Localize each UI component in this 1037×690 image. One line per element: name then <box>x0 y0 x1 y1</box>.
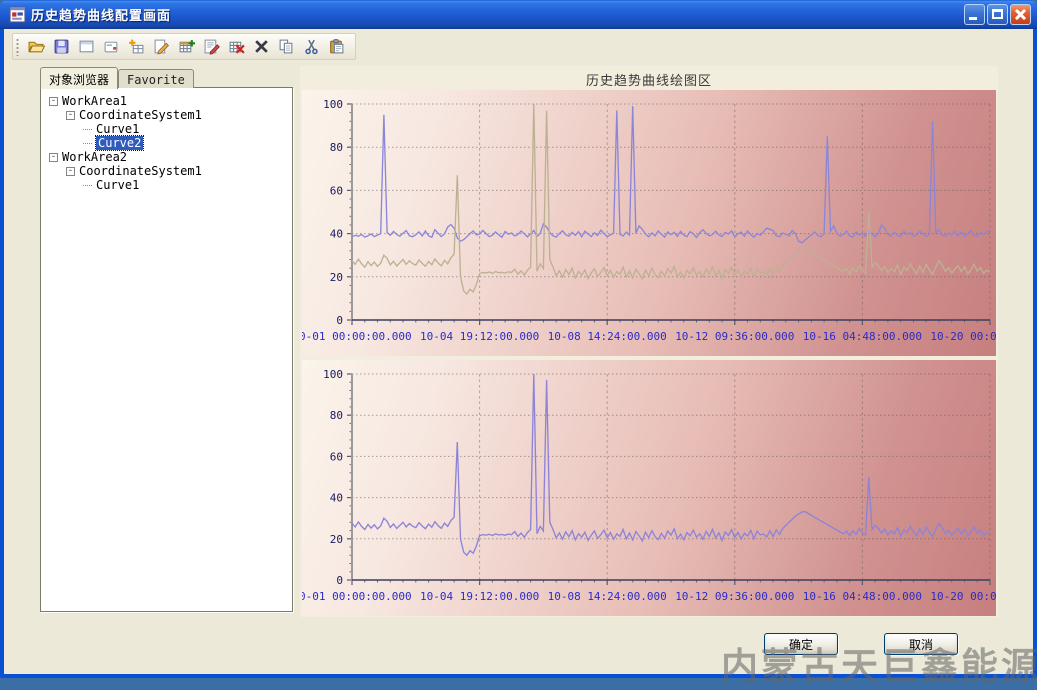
svg-text:40: 40 <box>330 492 343 505</box>
svg-text:10-08 14:24:00.000: 10-08 14:24:00.000 <box>548 590 667 603</box>
svg-text:10-16 04:48:00.000: 10-16 04:48:00.000 <box>803 330 922 343</box>
copy-button[interactable] <box>274 35 299 58</box>
cut-button[interactable] <box>299 35 324 58</box>
tree-item-coordinatesystem1[interactable]: -CoordinateSystem1 <box>45 108 288 122</box>
delete-row-icon <box>228 38 245 55</box>
svg-text:10-20 00:00:00.000: 10-20 00:00:00.000 <box>930 330 996 343</box>
rename-form-icon <box>103 38 120 55</box>
series-curve1 <box>352 374 990 555</box>
delete-icon <box>253 38 270 55</box>
svg-text:40: 40 <box>330 228 343 241</box>
rename-form-button[interactable] <box>99 35 124 58</box>
ok-button[interactable]: 确定 <box>764 633 838 655</box>
paste-icon <box>328 38 345 55</box>
svg-text:10-16 04:48:00.000: 10-16 04:48:00.000 <box>803 590 922 603</box>
svg-text:10-01 00:00:00.000: 10-01 00:00:00.000 <box>302 590 412 603</box>
svg-text:10-01 00:00:00.000: 10-01 00:00:00.000 <box>302 330 412 343</box>
tree-item-workarea1[interactable]: -WorkArea1 <box>45 94 288 108</box>
tree-connector <box>83 143 92 144</box>
paste-button[interactable] <box>324 35 349 58</box>
collapse-icon[interactable]: - <box>49 153 58 162</box>
collapse-icon[interactable]: - <box>66 167 75 176</box>
svg-text:100: 100 <box>323 368 343 381</box>
svg-text:80: 80 <box>330 141 343 154</box>
trend-chart-1: 0 20 40 60 80 100 10-01 00:00:00.000 10-04 19:1… <box>302 90 996 356</box>
delete-row-button[interactable] <box>224 35 249 58</box>
svg-text:60: 60 <box>330 184 343 197</box>
minimize-button[interactable] <box>964 4 985 25</box>
tree-item-workarea2[interactable]: -WorkArea2 <box>45 150 288 164</box>
save-button[interactable] <box>49 35 74 58</box>
chart-panel-title: 历史趋势曲线绘图区 <box>300 66 998 89</box>
tree-item-curve1[interactable]: Curve1 <box>45 122 288 136</box>
tree-item-coordinatesystem1[interactable]: -CoordinateSystem1 <box>45 164 288 178</box>
tab-favorite[interactable]: Favorite <box>118 69 194 88</box>
toolbar-grip[interactable] <box>16 38 19 56</box>
svg-text:20: 20 <box>330 533 343 546</box>
cut-icon <box>303 38 320 55</box>
svg-text:10-12 09:36:00.000: 10-12 09:36:00.000 <box>675 590 794 603</box>
svg-text:60: 60 <box>330 450 343 463</box>
svg-text:10-04 19:12:00.000: 10-04 19:12:00.000 <box>420 330 539 343</box>
add-item-button[interactable] <box>124 35 149 58</box>
svg-text:10-12 09:36:00.000: 10-12 09:36:00.000 <box>675 330 794 343</box>
edit-form-icon <box>203 38 220 55</box>
svg-text:10-04 19:12:00.000: 10-04 19:12:00.000 <box>420 590 539 603</box>
close-button[interactable] <box>1010 4 1031 25</box>
save-icon <box>53 38 70 55</box>
chart-panel: 历史趋势曲线绘图区 0 20 40 60 80 100 10-01 00:00:00.000… <box>300 66 998 617</box>
svg-text:0: 0 <box>336 574 343 587</box>
open-icon <box>28 38 45 55</box>
tree-connector <box>83 129 92 130</box>
minimize-icon <box>969 17 977 20</box>
client-area: 对象浏览器Favorite -WorkArea1-CoordinateSyste… <box>4 29 1033 674</box>
tree-label[interactable]: WorkArea2 <box>62 150 127 164</box>
trend-chart-2-svg: 0 20 40 60 80 100 10-01 00:00:00.000 10-04 19:1… <box>302 360 996 616</box>
svg-text:80: 80 <box>330 409 343 422</box>
maximize-icon <box>992 9 1003 19</box>
toolbar <box>12 33 356 60</box>
add-table-icon <box>178 38 195 55</box>
tree-label[interactable]: WorkArea1 <box>62 94 127 108</box>
collapse-icon[interactable]: - <box>49 97 58 106</box>
collapse-icon[interactable]: - <box>66 111 75 120</box>
trend-chart-1-svg: 0 20 40 60 80 100 10-01 00:00:00.000 10-04 19:1… <box>302 90 996 356</box>
tree-label[interactable]: Curve2 <box>96 136 143 150</box>
add-table-button[interactable] <box>174 35 199 58</box>
maximize-button[interactable] <box>987 4 1008 25</box>
object-tree: -WorkArea1-CoordinateSystem1Curve1Curve2… <box>40 87 293 612</box>
tree-label[interactable]: CoordinateSystem1 <box>79 164 202 178</box>
svg-text:10-20 00:00:00.000: 10-20 00:00:00.000 <box>930 590 996 603</box>
edit-item-icon <box>153 38 170 55</box>
window-title: 历史趋势曲线配置画面 <box>31 5 964 24</box>
dialog-window: 历史趋势曲线配置画面 对象浏览器Favorite -WorkArea1-Coor… <box>0 0 1037 678</box>
svg-text:0: 0 <box>336 314 343 327</box>
edit-form-button[interactable] <box>199 35 224 58</box>
svg-text:20: 20 <box>330 271 343 284</box>
sidebar-tabs: 对象浏览器Favorite <box>40 66 194 88</box>
trend-chart-2: 0 20 40 60 80 100 10-01 00:00:00.000 10-04 19:1… <box>302 360 996 616</box>
tree-label[interactable]: Curve1 <box>96 178 139 192</box>
series-curve2 <box>352 104 990 294</box>
new-window-icon <box>78 38 95 55</box>
app-icon <box>9 6 26 23</box>
delete-button[interactable] <box>249 35 274 58</box>
tab-object-browser[interactable]: 对象浏览器 <box>40 67 118 89</box>
toolbar-row <box>4 29 1033 62</box>
series-curve1 <box>352 106 990 243</box>
tree-item-curve2[interactable]: Curve2 <box>45 136 288 150</box>
titlebar[interactable]: 历史趋势曲线配置画面 <box>0 0 1037 29</box>
open-button[interactable] <box>24 35 49 58</box>
tree-label[interactable]: CoordinateSystem1 <box>79 108 202 122</box>
edit-item-button[interactable] <box>149 35 174 58</box>
copy-icon <box>278 38 295 55</box>
svg-text:10-08 14:24:00.000: 10-08 14:24:00.000 <box>548 330 667 343</box>
new-window-button[interactable] <box>74 35 99 58</box>
cancel-button[interactable]: 取消 <box>884 633 958 655</box>
tree-label[interactable]: Curve1 <box>96 122 139 136</box>
add-item-icon <box>128 38 145 55</box>
tree-connector <box>83 185 92 186</box>
svg-text:100: 100 <box>323 98 343 111</box>
tree-item-curve1[interactable]: Curve1 <box>45 178 288 192</box>
